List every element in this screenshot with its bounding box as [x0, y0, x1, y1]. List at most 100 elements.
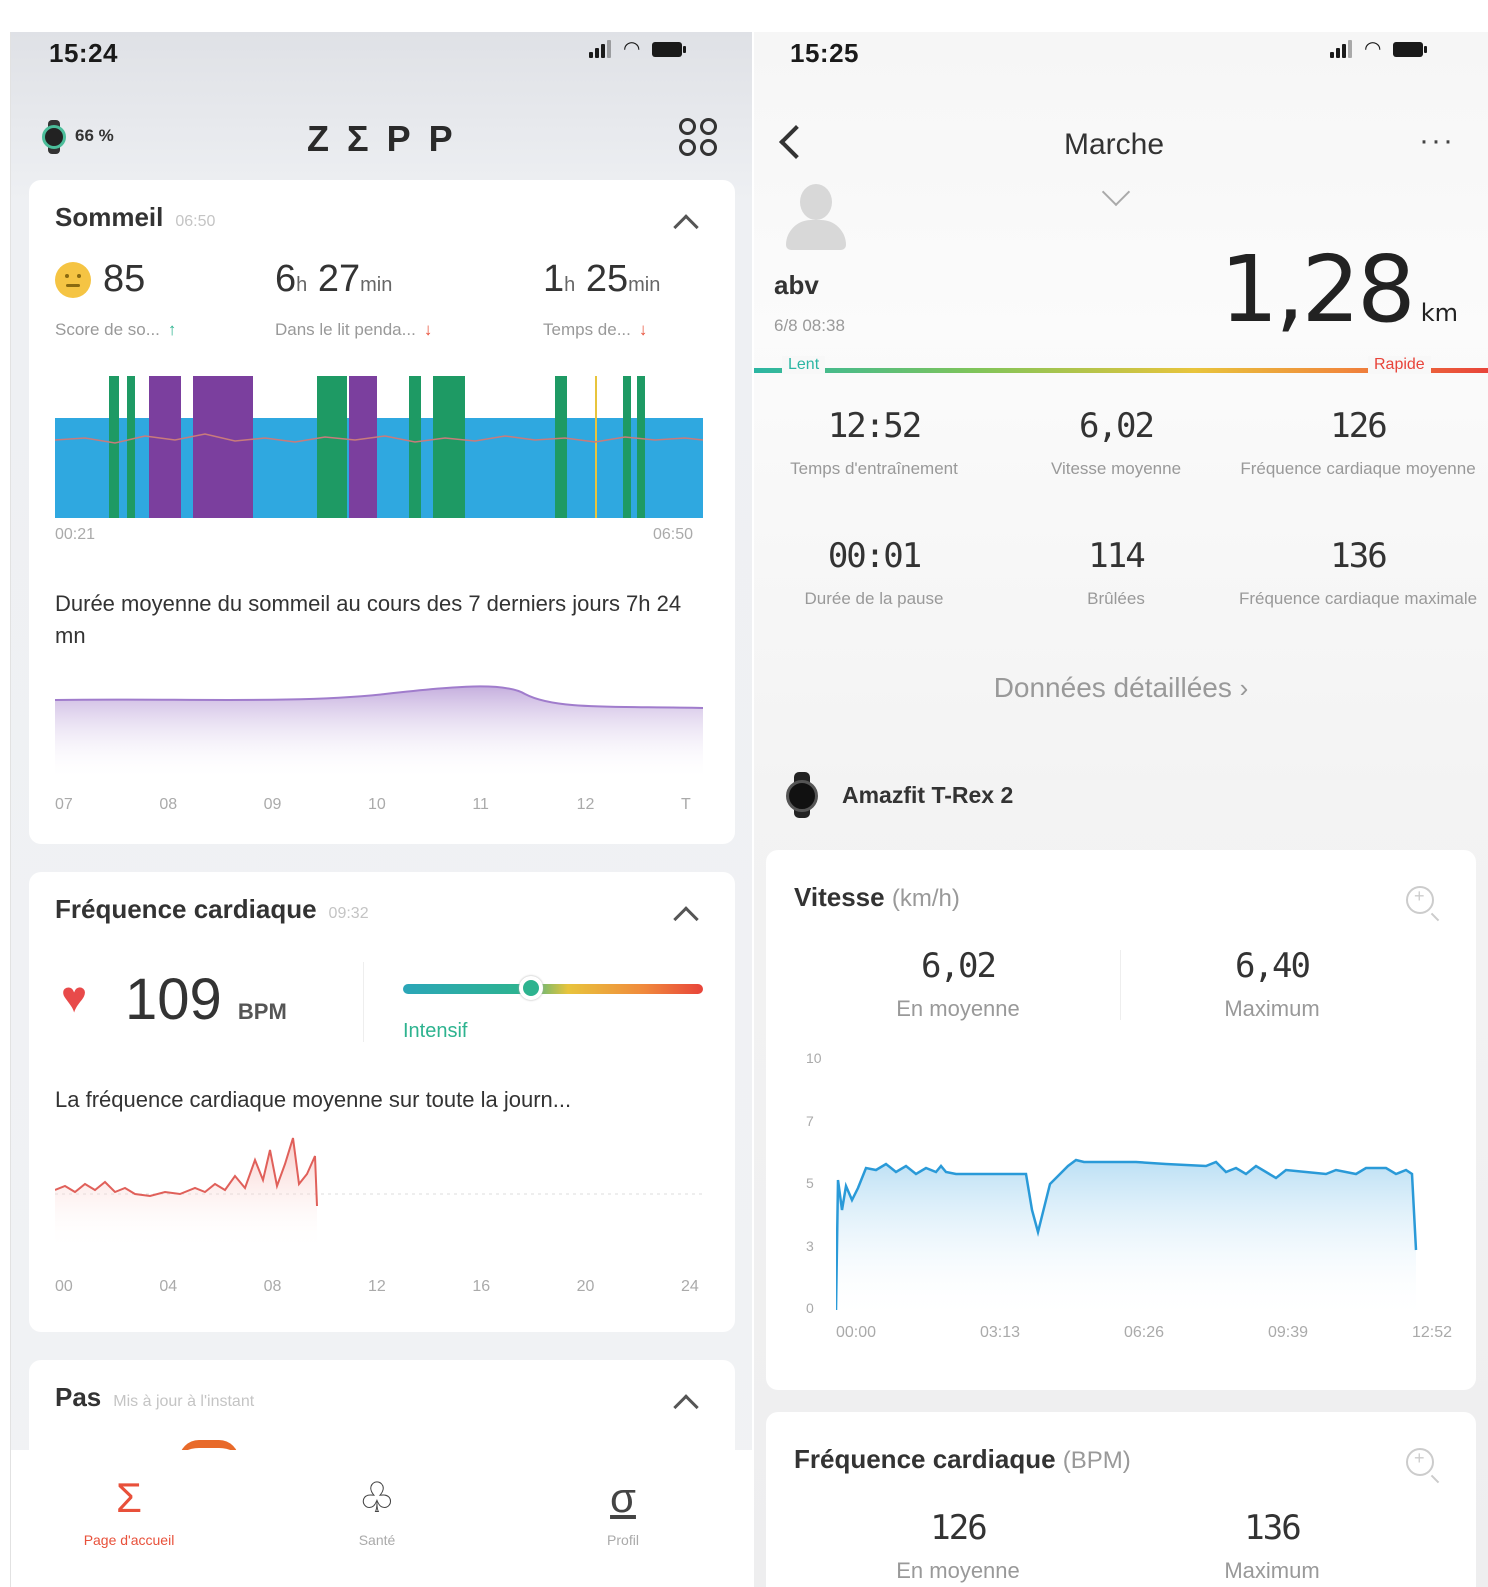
- more-icon[interactable]: ···: [1419, 124, 1455, 158]
- health-icon: ♧: [358, 1474, 396, 1521]
- time-tick-label: 09:39: [1268, 1324, 1309, 1341]
- other-label: Temps de... ↓: [543, 320, 648, 339]
- week-tick-label: 10: [368, 796, 386, 813]
- sleep-card[interactable]: Sommeil 06:50 85 Score de so... ↑ 6h 27min…: [29, 180, 735, 844]
- hour-tick-label: 16: [472, 1278, 491, 1295]
- weekly-x-axis: 07 08 09 10 11 12 T: [55, 796, 705, 820]
- speed-chart[interactable]: [836, 1050, 1436, 1320]
- status-icons: ◠: [589, 38, 687, 60]
- collapse-icon[interactable]: [673, 214, 699, 240]
- watch-battery: 66 %: [75, 126, 114, 145]
- activity-date: 6/8 08:38: [774, 316, 845, 335]
- hour-tick-label: 20: [576, 1278, 595, 1295]
- hour-tick-label: 12: [368, 1278, 386, 1295]
- week-tick-label: 09: [263, 796, 282, 813]
- sleep-chart-end: 06:50: [653, 526, 694, 543]
- heart-rate-card[interactable]: Fréquence cardiaque 09:32 ♥ 109 BPM Inten…: [29, 872, 735, 1332]
- rem-segment: [409, 376, 421, 518]
- walk-heart-card[interactable]: Fréquence cardiaque (BPM) 126En moyenne …: [766, 1412, 1476, 1587]
- heart-zone-bar: [403, 984, 703, 994]
- chevron-down-icon[interactable]: [1101, 177, 1131, 207]
- nav-home-label: Page d'accueil: [83, 1532, 175, 1548]
- mood-icon: [55, 262, 91, 298]
- steps-updated: Mis à jour à l'instant: [113, 1393, 255, 1410]
- distance-value: 1,28 km: [1219, 236, 1458, 343]
- sleep-chart-start: 00:21: [55, 526, 96, 543]
- hour-tick-label: 24: [681, 1278, 699, 1295]
- other-duration: 1h 25min: [543, 258, 661, 300]
- time-tick-label: 06:26: [1124, 1324, 1165, 1341]
- user-name: abv: [774, 270, 819, 300]
- rem-segment: [127, 376, 135, 518]
- speed-tick-label: 7: [806, 1112, 814, 1129]
- bottom-nav: Σ Page d'accueil ♧ Santé σ Profil: [11, 1450, 752, 1587]
- nav-home[interactable]: Σ Page d'accueil: [49, 1474, 209, 1548]
- speed-area: [836, 1160, 1416, 1320]
- home-icon: Σ: [116, 1474, 142, 1521]
- nav-health-label: Santé: [358, 1532, 396, 1548]
- sleep-average-text: Durée moyenne du sommeil au cours des 7 …: [55, 591, 682, 648]
- time-tick-label: 03:13: [980, 1324, 1021, 1341]
- signal-icon: [589, 40, 611, 58]
- watch-icon[interactable]: [41, 120, 67, 154]
- wifi-icon: ◠: [623, 38, 641, 60]
- rem-segment: [317, 376, 347, 518]
- walk-heart-avg: 126 En moyenne: [896, 1508, 1020, 1583]
- hour-tick-label: 04: [159, 1278, 178, 1295]
- wifi-icon: ◠: [1364, 38, 1382, 60]
- heart-x-axis: 00 04 08 12 16 20 24: [55, 1278, 705, 1302]
- speed-title: Vitesse (km/h): [794, 882, 960, 912]
- deep-segment: [349, 376, 377, 518]
- heart-icon: ♥: [61, 973, 88, 1022]
- stat-pause: 00:01 Durée de la pause: [804, 536, 944, 608]
- watch-icon: [784, 772, 820, 818]
- collapse-icon[interactable]: [673, 906, 699, 932]
- time-tick-label: 12:52: [1412, 1324, 1453, 1341]
- grid-icon[interactable]: [679, 118, 717, 156]
- zepp-logo: ZΣPP: [307, 118, 471, 159]
- week-tick-label: 12: [576, 796, 595, 813]
- zepp-home-screen: 15:24 ◠ 66 % ZΣPP Sommeil 06:50 85 Score …: [10, 32, 752, 1587]
- status-icons: ◠: [1330, 38, 1428, 60]
- daily-heart-chart[interactable]: [55, 1130, 703, 1250]
- detailed-data-link[interactable]: Données détaillées ›: [754, 672, 1488, 704]
- divider: [1120, 950, 1121, 1020]
- heart-time: 09:32: [328, 905, 369, 922]
- collapse-icon[interactable]: [673, 1394, 699, 1420]
- status-time: 15:24: [49, 38, 118, 68]
- rem-segment: [555, 376, 567, 518]
- rem-segment: [623, 376, 631, 518]
- hour-tick-label: 08: [263, 1278, 282, 1295]
- week-tick-label: T: [681, 796, 691, 813]
- speed-max: 6,40 Maximum: [1224, 946, 1320, 1021]
- nav-profile-label: Profil: [607, 1532, 639, 1548]
- heart-area: [55, 1138, 317, 1250]
- rem-segment: [109, 376, 119, 518]
- in-bed-duration: 6h 27min: [275, 258, 393, 300]
- stat-avg-speed: 6,02 Vitesse moyenne: [1050, 406, 1182, 478]
- heart-zone-marker: [519, 976, 543, 1000]
- rem-segment: [637, 376, 645, 518]
- speed-tick-label: 10: [806, 1050, 822, 1066]
- status-time: 15:25: [790, 38, 859, 68]
- sleep-stages-chart[interactable]: [55, 368, 703, 518]
- time-tick-label: 00:00: [836, 1324, 877, 1341]
- nav-profile[interactable]: σ Profil: [543, 1474, 703, 1548]
- device-name: Amazfit T-Rex 2: [842, 782, 1014, 808]
- week-tick-label: 08: [159, 796, 178, 813]
- weekly-sleep-chart[interactable]: [55, 680, 703, 780]
- steps-title: Pas Mis à jour à l'instant: [55, 1382, 255, 1412]
- battery-icon: [1393, 41, 1428, 57]
- zoom-icon[interactable]: [1406, 1448, 1434, 1476]
- speed-card[interactable]: Vitesse (km/h) 6,02En moyenne 6,40Maximu…: [766, 850, 1476, 1390]
- nav-health[interactable]: ♧ Santé: [297, 1474, 457, 1548]
- avatar[interactable]: [784, 182, 848, 252]
- battery-icon: [652, 41, 687, 57]
- zoom-icon[interactable]: [1406, 886, 1434, 914]
- profile-icon: σ: [610, 1474, 636, 1521]
- heart-title: Fréquence cardiaque 09:32: [55, 894, 369, 924]
- sleep-score-label: Score de so... ↑: [55, 320, 177, 339]
- pace-slow-label: Lent: [782, 356, 826, 374]
- back-icon[interactable]: [779, 125, 813, 159]
- stat-max-heart: 136 Fréquence cardiaque maximale: [1238, 536, 1478, 608]
